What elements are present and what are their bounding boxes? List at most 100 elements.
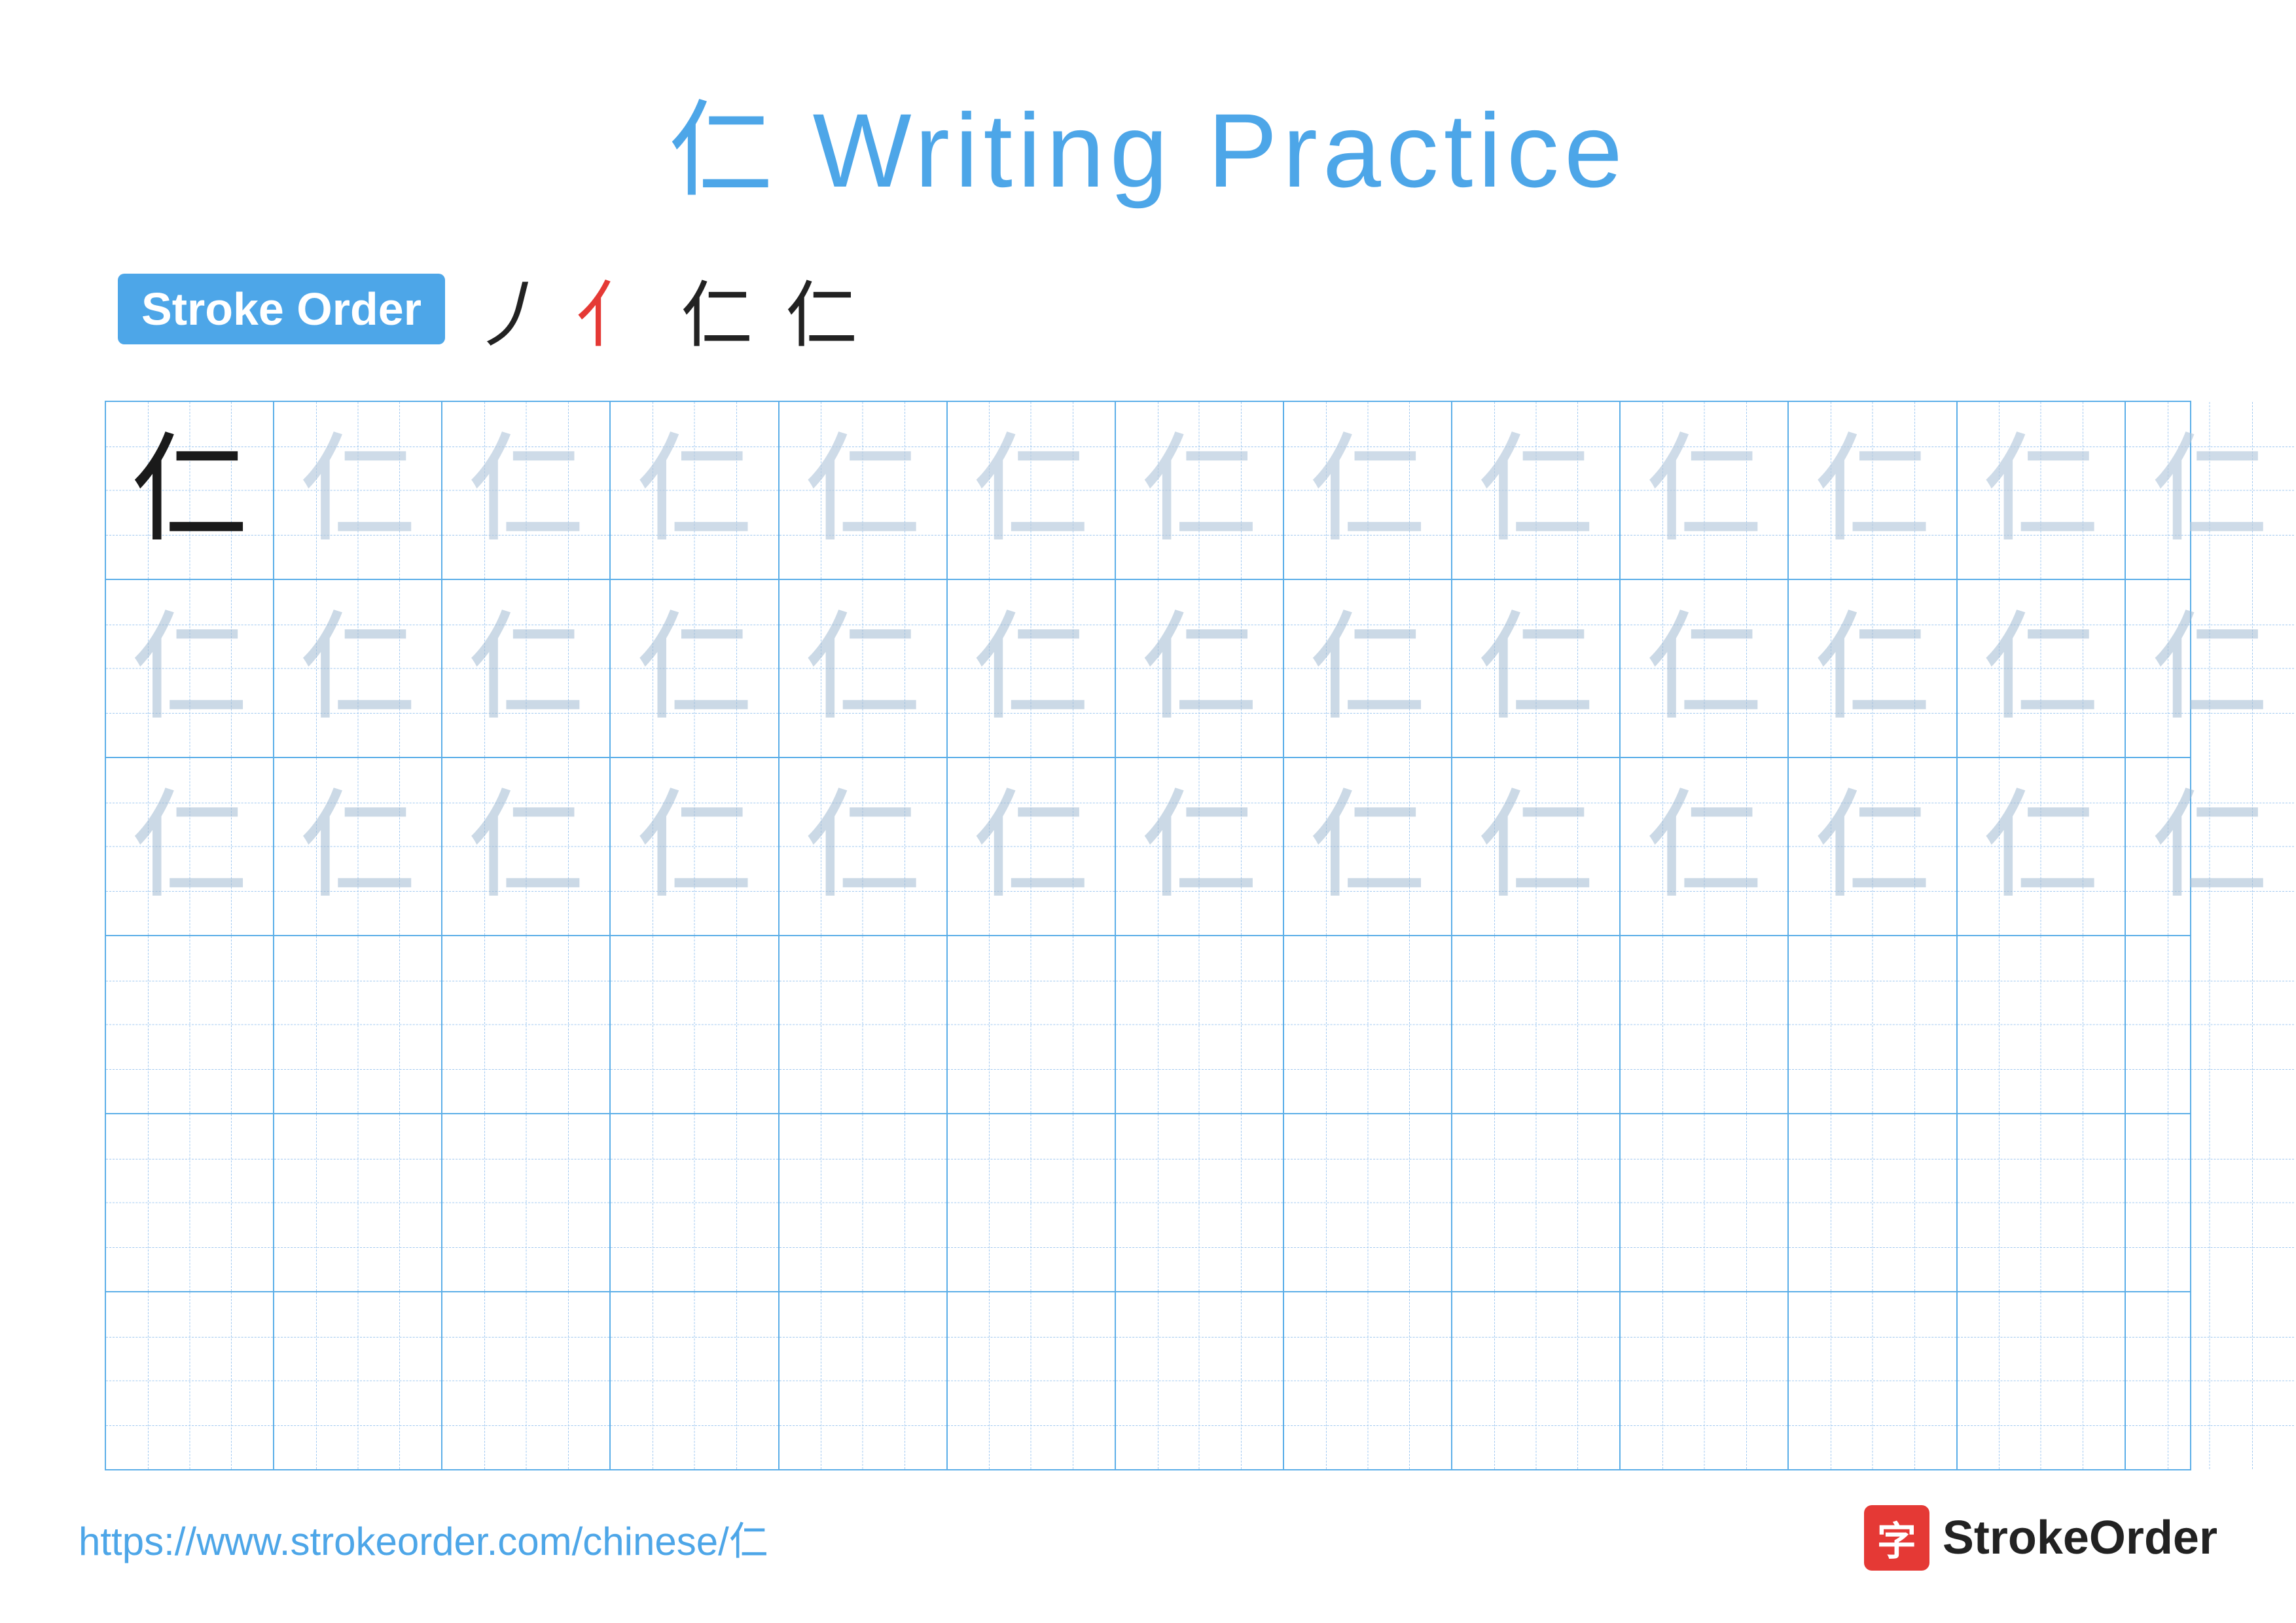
- grid-cell-5-2[interactable]: [442, 1292, 611, 1469]
- grid-cell-0-0[interactable]: 仁: [106, 402, 274, 579]
- grid-cell-0-7[interactable]: 仁: [1284, 402, 1452, 579]
- grid-cell-2-9[interactable]: 仁: [1621, 758, 1789, 935]
- grid-cell-2-4[interactable]: 仁: [780, 758, 948, 935]
- char-medium-2-3: 仁: [636, 788, 753, 905]
- grid-cell-5-6[interactable]: [1116, 1292, 1284, 1469]
- grid-cell-2-8[interactable]: 仁: [1452, 758, 1621, 935]
- grid-cell-2-3[interactable]: 仁: [611, 758, 779, 935]
- grid-cell-5-8[interactable]: [1452, 1292, 1621, 1469]
- char-medium-2-4: 仁: [804, 788, 922, 905]
- grid-cell-1-3[interactable]: 仁: [611, 580, 779, 757]
- grid-cell-4-9[interactable]: [1621, 1114, 1789, 1291]
- footer-url-link[interactable]: https://www.strokeorder.com/chinese/仁: [79, 1510, 768, 1567]
- grid-cell-1-1[interactable]: 仁: [274, 580, 442, 757]
- grid-cell-3-4[interactable]: [780, 936, 948, 1113]
- grid-cell-1-7[interactable]: 仁: [1284, 580, 1452, 757]
- grid-cell-3-8[interactable]: [1452, 936, 1621, 1113]
- grid-cell-1-0[interactable]: 仁: [106, 580, 274, 757]
- grid-cell-4-12[interactable]: [2126, 1114, 2294, 1291]
- char-medium-1-6: 仁: [1140, 610, 1258, 727]
- grid-cell-3-6[interactable]: [1116, 936, 1284, 1113]
- grid-cell-3-5[interactable]: [948, 936, 1116, 1113]
- stroke-steps: 丿 亻 仁 仁: [471, 257, 857, 361]
- grid-cell-5-4[interactable]: [780, 1292, 948, 1469]
- grid-cell-3-0[interactable]: [106, 936, 274, 1113]
- stroke-step-2: 亻: [576, 257, 648, 361]
- char-dark-0: 仁: [131, 431, 249, 549]
- grid-cell-0-6[interactable]: 仁: [1116, 402, 1284, 579]
- grid-cell-2-1[interactable]: 仁: [274, 758, 442, 935]
- grid-cell-2-7[interactable]: 仁: [1284, 758, 1452, 935]
- grid-cell-2-10[interactable]: 仁: [1789, 758, 1957, 935]
- grid-row-1: 仁 仁 仁: [106, 580, 2190, 758]
- grid-cell-5-3[interactable]: [611, 1292, 779, 1469]
- char-medium-1-10: 仁: [1814, 610, 1931, 727]
- char-medium-1-4: 仁: [804, 610, 922, 727]
- grid-cell-4-5[interactable]: [948, 1114, 1116, 1291]
- stroke-step-1: 丿: [471, 257, 543, 361]
- grid-cell-4-3[interactable]: [611, 1114, 779, 1291]
- footer: https://www.strokeorder.com/chinese/仁 字 …: [79, 1505, 2217, 1571]
- grid-cell-1-8[interactable]: 仁: [1452, 580, 1621, 757]
- grid-cell-3-9[interactable]: [1621, 936, 1789, 1113]
- grid-cell-1-5[interactable]: 仁: [948, 580, 1116, 757]
- grid-cell-4-11[interactable]: [1958, 1114, 2126, 1291]
- grid-cell-5-1[interactable]: [274, 1292, 442, 1469]
- grid-cell-4-10[interactable]: [1789, 1114, 1957, 1291]
- grid-cell-5-10[interactable]: [1789, 1292, 1957, 1469]
- grid-cell-5-11[interactable]: [1958, 1292, 2126, 1469]
- grid-cell-0-8[interactable]: 仁: [1452, 402, 1621, 579]
- grid-row-3: [106, 936, 2190, 1114]
- grid-cell-5-5[interactable]: [948, 1292, 1116, 1469]
- grid-cell-5-0[interactable]: [106, 1292, 274, 1469]
- grid-cell-1-4[interactable]: 仁: [780, 580, 948, 757]
- grid-cell-2-2[interactable]: 仁: [442, 758, 611, 935]
- grid-cell-2-11[interactable]: 仁: [1958, 758, 2126, 935]
- grid-cell-0-5[interactable]: 仁: [948, 402, 1116, 579]
- grid-cell-0-3[interactable]: 仁: [611, 402, 779, 579]
- char-medium-1-9: 仁: [1645, 610, 1763, 727]
- grid-cell-4-4[interactable]: [780, 1114, 948, 1291]
- grid-cell-0-1[interactable]: 仁: [274, 402, 442, 579]
- grid-cell-4-2[interactable]: [442, 1114, 611, 1291]
- grid-cell-5-12[interactable]: [2126, 1292, 2294, 1469]
- grid-cell-4-6[interactable]: [1116, 1114, 1284, 1291]
- grid-cell-0-4[interactable]: 仁: [780, 402, 948, 579]
- char-light-0-10: 仁: [1814, 431, 1931, 549]
- grid-cell-1-12[interactable]: 仁: [2126, 580, 2294, 757]
- grid-cell-1-6[interactable]: 仁: [1116, 580, 1284, 757]
- grid-cell-3-1[interactable]: [274, 936, 442, 1113]
- grid-cell-3-12[interactable]: [2126, 936, 2294, 1113]
- grid-cell-3-10[interactable]: [1789, 936, 1957, 1113]
- grid-cell-1-10[interactable]: 仁: [1789, 580, 1957, 757]
- char-medium-2-5: 仁: [972, 788, 1090, 905]
- grid-cell-2-5[interactable]: 仁: [948, 758, 1116, 935]
- grid-cell-0-11[interactable]: 仁: [1958, 402, 2126, 579]
- grid-cell-1-11[interactable]: 仁: [1958, 580, 2126, 757]
- page-title: 仁 Writing Practice: [79, 65, 2217, 217]
- stroke-step-4: 仁: [785, 257, 857, 361]
- grid-cell-4-1[interactable]: [274, 1114, 442, 1291]
- grid-cell-4-0[interactable]: [106, 1114, 274, 1291]
- grid-cell-3-2[interactable]: [442, 936, 611, 1113]
- grid-cell-0-2[interactable]: 仁: [442, 402, 611, 579]
- grid-cell-2-0[interactable]: 仁: [106, 758, 274, 935]
- grid-cell-0-12[interactable]: 仁: [2126, 402, 2294, 579]
- grid-cell-4-7[interactable]: [1284, 1114, 1452, 1291]
- grid-cell-5-9[interactable]: [1621, 1292, 1789, 1469]
- grid-cell-3-3[interactable]: [611, 936, 779, 1113]
- grid-cell-5-7[interactable]: [1284, 1292, 1452, 1469]
- grid-cell-1-2[interactable]: 仁: [442, 580, 611, 757]
- grid-cell-3-7[interactable]: [1284, 936, 1452, 1113]
- grid-cell-2-12[interactable]: 仁: [2126, 758, 2294, 935]
- grid-cell-0-9[interactable]: 仁: [1621, 402, 1789, 579]
- grid-cell-0-10[interactable]: 仁: [1789, 402, 1957, 579]
- char-medium-2-12: 仁: [2151, 788, 2269, 905]
- grid-cell-3-11[interactable]: [1958, 936, 2126, 1113]
- char-light-0-6: 仁: [1140, 431, 1258, 549]
- grid-cell-4-8[interactable]: [1452, 1114, 1621, 1291]
- char-medium-1-5: 仁: [972, 610, 1090, 727]
- stroke-order-badge: Stroke Order: [118, 274, 445, 344]
- grid-cell-2-6[interactable]: 仁: [1116, 758, 1284, 935]
- grid-cell-1-9[interactable]: 仁: [1621, 580, 1789, 757]
